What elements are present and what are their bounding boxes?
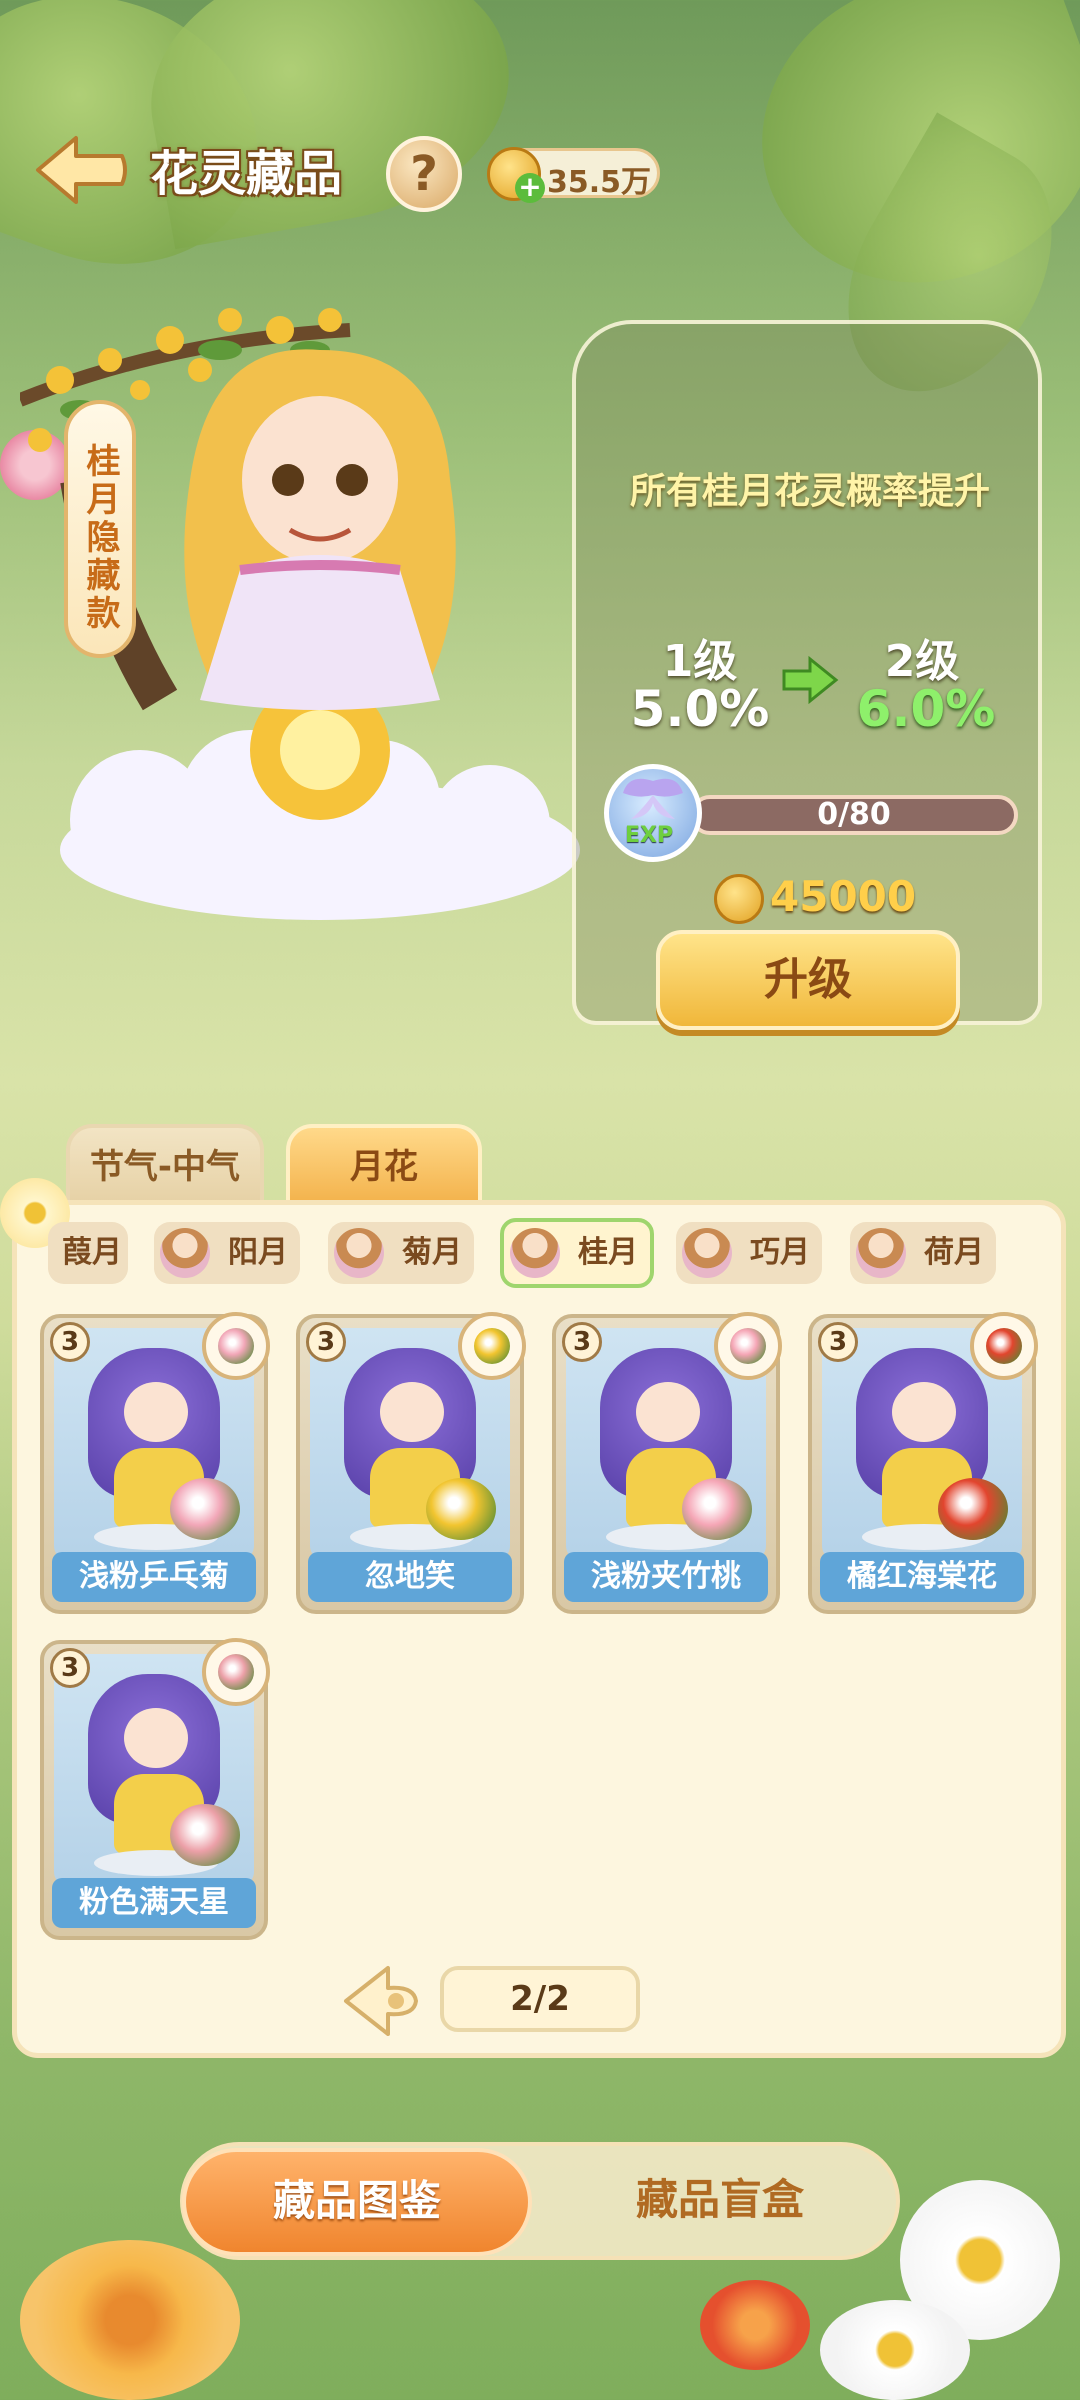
background-leaf xyxy=(130,0,530,250)
sub-tab-yang[interactable]: 阳月 xyxy=(154,1222,300,1284)
flower-type-badge xyxy=(202,1312,270,1380)
flower-type-badge xyxy=(458,1312,526,1380)
month-sub-tabs: 葭月 阳月 菊月 桂月 巧月 荷月 xyxy=(48,1218,1028,1290)
white-flower-decoration xyxy=(820,2300,970,2400)
spirit-card[interactable]: 3 粉色满天星 xyxy=(40,1638,270,1940)
sub-tab-label: 桂月 xyxy=(578,1235,638,1270)
card-name: 粉色满天星 xyxy=(52,1878,256,1928)
sub-tab-label: 巧月 xyxy=(750,1235,810,1270)
flower-icon xyxy=(986,1328,1022,1364)
sub-tab-label: 荷月 xyxy=(924,1235,984,1270)
flower-icon xyxy=(170,1804,240,1866)
avatar xyxy=(334,1228,384,1278)
card-level-badge: 3 xyxy=(50,1322,90,1362)
page-title: 花灵藏品 xyxy=(150,146,343,202)
card-name: 忽地笑 xyxy=(308,1552,512,1602)
page-indicator: 2/2 xyxy=(440,1966,640,2032)
exp-icon: EXP xyxy=(604,764,702,862)
sub-tab-he[interactable]: 荷月 xyxy=(850,1222,996,1284)
tab-collection-catalog[interactable]: 藏品图鉴 xyxy=(182,2148,532,2256)
card-name: 橘红海棠花 xyxy=(820,1552,1024,1602)
spirit-card[interactable]: 3 浅粉乒乓菊 xyxy=(40,1312,270,1614)
exp-progress-bar: 0/80 xyxy=(690,795,1018,835)
help-button[interactable]: ? xyxy=(386,136,462,212)
flower-type-badge xyxy=(202,1638,270,1706)
flower-icon xyxy=(170,1478,240,1540)
orange-flower-decoration xyxy=(20,2240,240,2400)
flower-icon xyxy=(682,1478,752,1540)
sub-tab-jia[interactable]: 葭月 xyxy=(48,1222,128,1284)
currency-amount: 35.5万 xyxy=(547,165,652,200)
sub-tab-qiao[interactable]: 巧月 xyxy=(676,1222,822,1284)
coin-icon xyxy=(714,874,764,924)
tab-solar-terms[interactable]: 节气-中气 xyxy=(66,1124,264,1204)
upgrade-effect-title: 所有桂月花灵概率提升 xyxy=(629,471,990,512)
card-level-badge: 3 xyxy=(818,1322,858,1362)
spirit-card[interactable]: 3 忽地笑 xyxy=(296,1312,526,1614)
flower-icon xyxy=(218,1328,254,1364)
sub-tab-gui[interactable]: 桂月 xyxy=(500,1218,654,1288)
flower-icon xyxy=(474,1328,510,1364)
red-flower-decoration xyxy=(700,2280,810,2370)
flower-type-badge xyxy=(970,1312,1038,1380)
sub-tab-label: 菊月 xyxy=(402,1235,462,1270)
avatar xyxy=(160,1228,210,1278)
card-level-badge: 3 xyxy=(306,1322,346,1362)
hidden-edition-tag: 桂月隐藏款 xyxy=(64,400,136,658)
sub-tab-ju[interactable]: 菊月 xyxy=(328,1222,474,1284)
add-currency-icon[interactable]: + xyxy=(515,173,545,203)
current-rate: 5.0% xyxy=(630,680,770,738)
flower-icon xyxy=(426,1478,496,1540)
avatar xyxy=(510,1228,560,1278)
arrow-right-icon xyxy=(782,655,839,705)
sub-tab-label: 葭月 xyxy=(62,1235,122,1270)
card-name: 浅粉乒乓菊 xyxy=(52,1552,256,1602)
exp-progress-label: 0/80 xyxy=(817,797,891,832)
tab-month-flowers[interactable]: 月花 xyxy=(286,1124,482,1204)
card-name: 浅粉夹竹桃 xyxy=(564,1552,768,1602)
upgrade-cost: 45000 xyxy=(770,872,917,921)
sub-tab-label: 阳月 xyxy=(228,1235,288,1270)
upgrade-button[interactable]: 升级 xyxy=(656,930,960,1030)
flower-type-badge xyxy=(714,1312,782,1380)
currency-display[interactable]: + 35.5万 xyxy=(487,147,660,203)
previous-page-icon[interactable] xyxy=(338,1958,424,2044)
back-arrow-icon[interactable] xyxy=(30,130,130,210)
card-level-badge: 3 xyxy=(50,1648,90,1688)
card-level-badge: 3 xyxy=(562,1322,602,1362)
avatar xyxy=(682,1228,732,1278)
avatar xyxy=(856,1228,906,1278)
flower-icon xyxy=(218,1654,254,1690)
flower-icon xyxy=(938,1478,1008,1540)
spirit-card[interactable]: 3 橘红海棠花 xyxy=(808,1312,1038,1614)
next-rate: 6.0% xyxy=(856,680,996,738)
spirit-card[interactable]: 3 浅粉夹竹桃 xyxy=(552,1312,782,1614)
tab-blind-box[interactable]: 藏品盲盒 xyxy=(560,2148,880,2256)
flower-icon xyxy=(730,1328,766,1364)
exp-icon-label: EXP xyxy=(625,823,674,848)
